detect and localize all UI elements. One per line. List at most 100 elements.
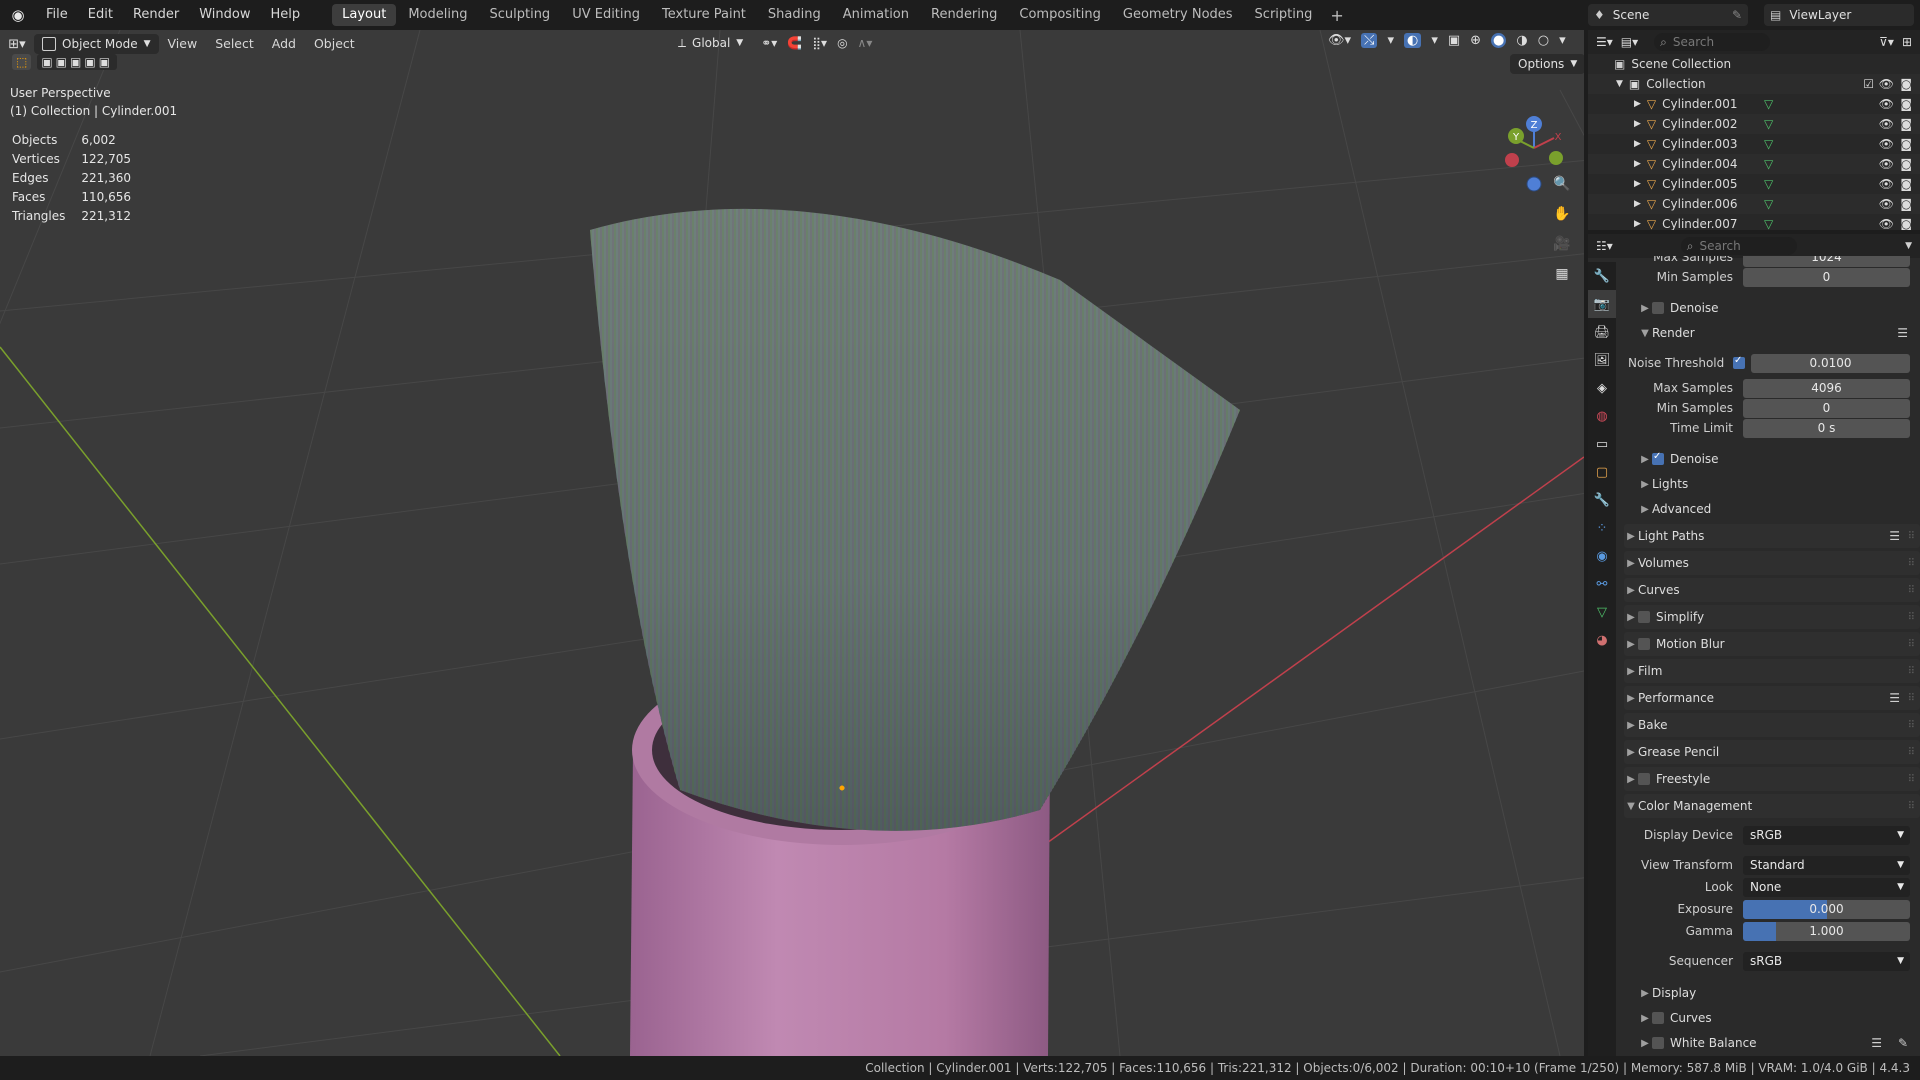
material-tab-icon[interactable]: ◕ [1588, 626, 1616, 654]
drag-handle-icon[interactable]: ⠿ [1908, 612, 1915, 623]
list-item[interactable]: ▶ ▽ Cylinder.001 ▽ 👁 ◙ [1588, 94, 1920, 114]
light-paths-panel[interactable]: ▶ Light Paths ☰ ⠿ [1624, 524, 1920, 548]
selection-mode-icons[interactable]: ▣▣▣▣▣ [37, 54, 118, 70]
drag-handle-icon[interactable]: ⠿ [1908, 585, 1915, 596]
eye-icon[interactable]: 👁 [1879, 197, 1894, 211]
denoise-subpanel[interactable]: ▶ Denoise [1638, 297, 1918, 319]
scene-tab-icon[interactable]: ◈ [1588, 374, 1616, 402]
snap-icon[interactable]: 🧲 [787, 36, 802, 50]
gizmo-toggle-icon[interactable]: ⤯ [1361, 33, 1378, 48]
lights-subpanel[interactable]: ▶ Lights [1638, 473, 1918, 495]
camera-icon[interactable]: ◙ [1900, 197, 1912, 211]
drag-handle-icon[interactable]: ⠿ [1908, 531, 1915, 542]
presets-list-icon[interactable]: ☰ [1889, 691, 1900, 705]
time-limit-field[interactable]: 0 s [1743, 418, 1910, 438]
film-panel[interactable]: ▶ Film ⠿ [1624, 659, 1920, 683]
tab-layout[interactable]: Layout [332, 4, 397, 26]
menu-view[interactable]: View [159, 33, 207, 55]
eye-icon[interactable]: 👁 [1879, 217, 1894, 230]
scene-collection-row[interactable]: ▣ Scene Collection [1588, 54, 1920, 74]
editor-type-icon[interactable]: ⊞▾ [0, 37, 34, 52]
drag-handle-icon[interactable]: ⠿ [1908, 774, 1915, 785]
menu-add[interactable]: Add [263, 33, 305, 55]
bake-panel[interactable]: ▶ Bake ⠿ [1624, 713, 1920, 737]
eye-icon[interactable]: 👁 [1879, 157, 1894, 171]
data-tab-icon[interactable]: ▽ [1588, 598, 1616, 626]
camera-icon[interactable]: 🎥 [1548, 230, 1576, 258]
menu-object[interactable]: Object [305, 33, 364, 55]
curves-subpanel[interactable]: ▶ Curves [1638, 1007, 1918, 1029]
volumes-panel[interactable]: ▶ Volumes ⠿ [1624, 551, 1920, 575]
tab-compositing[interactable]: Compositing [1009, 4, 1111, 26]
rendered-shading-icon[interactable]: ○ [1538, 33, 1549, 48]
view-transform-dropdown[interactable]: Standard ▼ [1743, 855, 1910, 875]
gizmo-neg-z-axis[interactable] [1526, 176, 1542, 192]
new-collection-icon[interactable]: ⊞ [1902, 35, 1912, 49]
motion-blur-panel[interactable]: ▶ Motion Blur ⠿ [1624, 632, 1920, 656]
world-tab-icon[interactable]: ◍ [1588, 402, 1616, 430]
camera-icon[interactable]: ◙ [1900, 157, 1912, 171]
eye-icon[interactable]: 👁 [1879, 77, 1894, 91]
curves-panel[interactable]: ▶ Curves ⠿ [1624, 578, 1920, 602]
gizmo-neg-x-axis[interactable] [1505, 153, 1519, 167]
eye-icon[interactable]: 👁 [1879, 137, 1894, 151]
presets-list-icon[interactable]: ☰ [1871, 1036, 1882, 1050]
tab-uv-editing[interactable]: UV Editing [562, 4, 650, 26]
falloff-icon[interactable]: ∧▾ [858, 36, 873, 50]
gamma-slider[interactable]: 1.000 [1743, 921, 1910, 941]
camera-icon[interactable]: ◙ [1900, 97, 1912, 111]
shading-dropdown-icon[interactable]: ▾ [1559, 33, 1566, 48]
tab-geometry-nodes[interactable]: Geometry Nodes [1113, 4, 1243, 26]
drag-handle-icon[interactable]: ⠿ [1908, 801, 1915, 812]
denoise-checkbox[interactable] [1652, 302, 1664, 314]
pin-icon[interactable]: ✎ [1732, 8, 1742, 22]
select-tool-icon[interactable]: ⬚ [12, 54, 32, 70]
display-subpanel[interactable]: ▶ Display [1638, 982, 1918, 1004]
camera-icon[interactable]: ◙ [1900, 77, 1912, 91]
wireframe-shading-icon[interactable]: ⊕ [1470, 33, 1481, 48]
freestyle-checkbox[interactable] [1638, 773, 1650, 785]
3d-viewport[interactable]: ⊞▾ Object Mode ▼ View Select Add Object … [0, 30, 1584, 1056]
mode-dropdown[interactable]: Object Mode ▼ [34, 34, 159, 54]
tab-shading[interactable]: Shading [758, 4, 831, 26]
drag-handle-icon[interactable]: ⠿ [1908, 720, 1915, 731]
drag-handle-icon[interactable]: ⠿ [1908, 693, 1915, 704]
render-subpanel[interactable]: ▼ Render ☰ [1638, 322, 1918, 344]
proportional-edit-icon[interactable]: ◎ [837, 36, 847, 50]
add-workspace-button[interactable]: + [1324, 6, 1349, 25]
min-samples-field[interactable]: 0 [1743, 398, 1910, 418]
display-mode-icon[interactable]: ▤▾ [1621, 35, 1638, 49]
noise-threshold-checkbox[interactable] [1733, 355, 1745, 369]
physics-tab-icon[interactable]: ◉ [1588, 542, 1616, 570]
pivot-icon[interactable]: ⚭▾ [761, 36, 777, 50]
blender-logo-icon[interactable]: ◉ [0, 6, 36, 24]
menu-window[interactable]: Window [189, 0, 260, 30]
presets-list-icon[interactable]: ☰ [1897, 326, 1908, 340]
min-samples-field[interactable]: 0 [1743, 267, 1910, 287]
advanced-subpanel[interactable]: ▶ Advanced [1638, 498, 1918, 520]
menu-help[interactable]: Help [261, 0, 311, 30]
checkbox-icon[interactable]: ☑ [1863, 77, 1874, 91]
modifier-tab-icon[interactable]: 🔧 [1588, 486, 1616, 514]
visibility-icon[interactable]: 👁▾ [1328, 33, 1351, 48]
overlay-dropdown-icon[interactable]: ▾ [1431, 33, 1438, 48]
menu-file[interactable]: File [36, 0, 78, 30]
performance-panel[interactable]: ▶ Performance ☰ ⠿ [1624, 686, 1920, 710]
list-item[interactable]: ▶ ▽ Cylinder.003 ▽ 👁 ◙ [1588, 134, 1920, 154]
xray-icon[interactable]: ▣ [1448, 33, 1460, 48]
eye-icon[interactable]: 👁 [1879, 177, 1894, 191]
list-item[interactable]: ▶ ▽ Cylinder.004 ▽ 👁 ◙ [1588, 154, 1920, 174]
snap-target-icon[interactable]: ⣿▾ [812, 36, 827, 50]
object-tab-icon[interactable]: ▢ [1588, 458, 1616, 486]
chevron-down-icon[interactable]: ▼ [1905, 241, 1912, 251]
drag-handle-icon[interactable]: ⠿ [1908, 639, 1915, 650]
menu-select[interactable]: Select [206, 33, 263, 55]
pan-hand-icon[interactable]: ✋ [1548, 200, 1576, 228]
camera-icon[interactable]: ◙ [1900, 137, 1912, 151]
tab-texture-paint[interactable]: Texture Paint [652, 4, 756, 26]
camera-icon[interactable]: ◙ [1900, 117, 1912, 131]
eyedropper-icon[interactable]: ✎ [1898, 1036, 1908, 1050]
tab-animation[interactable]: Animation [833, 4, 919, 26]
tab-modeling[interactable]: Modeling [398, 4, 477, 26]
list-item[interactable]: ▶ ▽ Cylinder.006 ▽ 👁 ◙ [1588, 194, 1920, 214]
